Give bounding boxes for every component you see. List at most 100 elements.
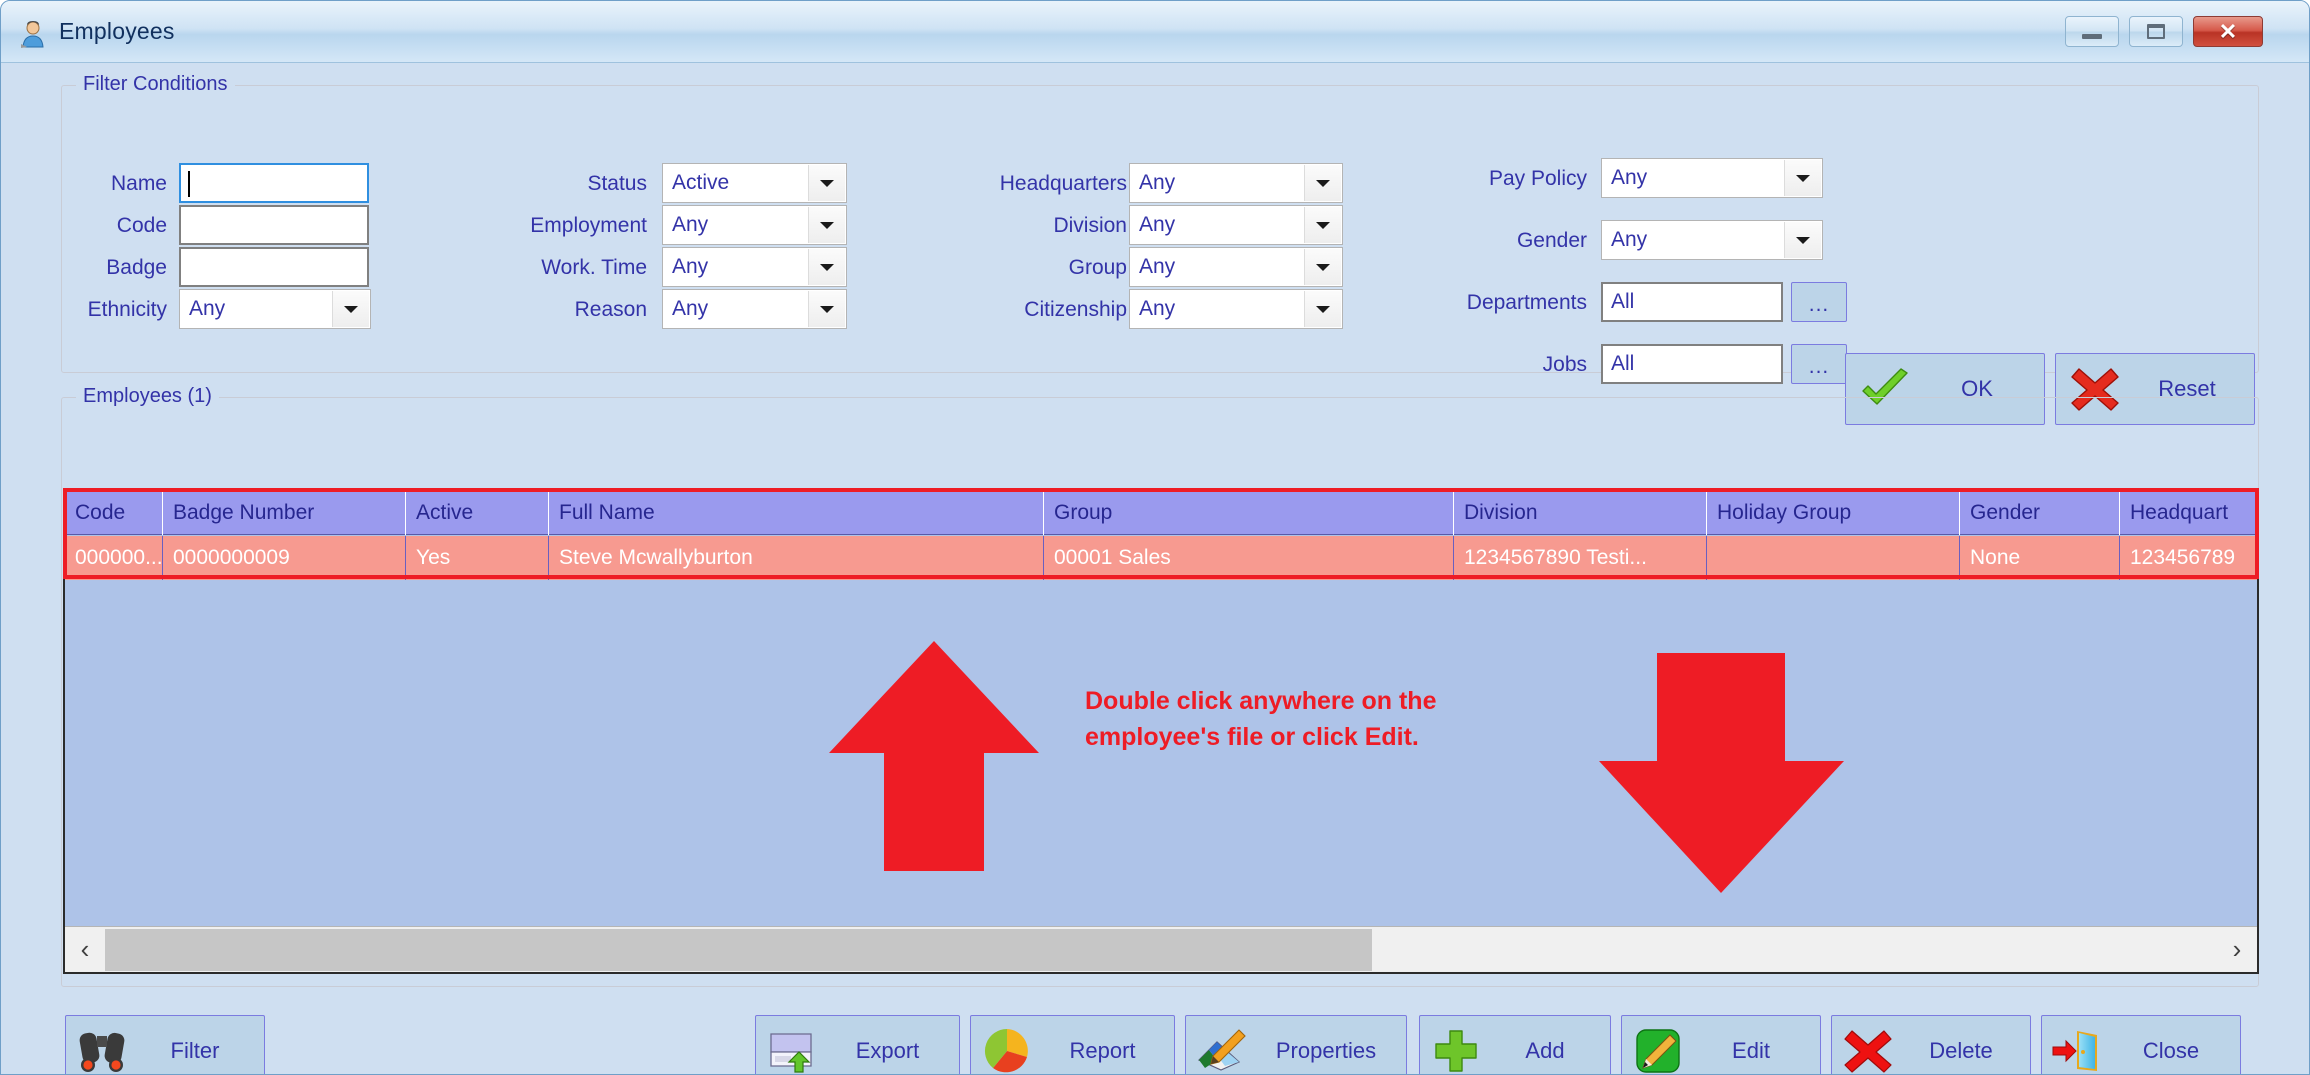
label-reason: Reason bbox=[574, 298, 647, 321]
grid-cell[interactable] bbox=[1707, 536, 1960, 580]
gender-select[interactable]: Any bbox=[1601, 220, 1823, 260]
label-employment: Employment bbox=[530, 214, 647, 237]
grid-cell[interactable]: Steve Mcwallyburton bbox=[549, 536, 1044, 580]
maximize-icon bbox=[2147, 24, 2165, 39]
chevron-down-icon[interactable] bbox=[1784, 160, 1821, 196]
employees-window: Employees ✕ Filter Conditions Name Code bbox=[0, 0, 2310, 1075]
export-button[interactable]: Export bbox=[755, 1015, 960, 1074]
chevron-down-icon[interactable] bbox=[1304, 165, 1341, 201]
chevron-down-icon[interactable] bbox=[1304, 249, 1341, 285]
green-pencil-icon bbox=[1622, 1027, 1694, 1074]
window-close-button[interactable]: ✕ bbox=[2193, 16, 2263, 47]
grid-column-header[interactable]: Group bbox=[1044, 491, 1454, 535]
label-gender: Gender bbox=[1516, 229, 1587, 252]
grid-column-header[interactable]: Holiday Group bbox=[1707, 491, 1960, 535]
division-select[interactable]: Any bbox=[1129, 205, 1343, 245]
citizenship-select-value: Any bbox=[1139, 297, 1176, 320]
label-group: Group bbox=[1068, 256, 1127, 279]
grid-cell[interactable]: 00001 Sales bbox=[1044, 536, 1454, 580]
chevron-down-icon[interactable] bbox=[1784, 222, 1821, 258]
delete-button-label: Delete bbox=[1929, 1038, 1993, 1063]
report-button-label: Report bbox=[1069, 1038, 1136, 1063]
green-plus-icon bbox=[1420, 1028, 1492, 1074]
code-input[interactable] bbox=[179, 205, 369, 245]
grid-column-header[interactable]: Full Name bbox=[549, 491, 1044, 535]
close-button[interactable]: Close bbox=[2041, 1015, 2241, 1074]
reason-select-value: Any bbox=[672, 297, 709, 320]
label-ethnicity: Ethnicity bbox=[87, 298, 167, 321]
label-division: Division bbox=[1053, 214, 1127, 237]
grid-cell[interactable]: 0000000009 bbox=[163, 536, 406, 580]
table-row[interactable]: 000000... 0000000009 Yes Steve Mcwallyburto… bbox=[65, 536, 2257, 580]
exit-door-icon bbox=[2042, 1028, 2114, 1074]
label-name: Name bbox=[110, 172, 167, 195]
scrollbar-track[interactable] bbox=[105, 927, 2217, 972]
reason-select[interactable]: Any bbox=[662, 289, 847, 329]
work-time-select[interactable]: Any bbox=[662, 247, 847, 287]
label-departments: Departments bbox=[1466, 291, 1587, 314]
maximize-button[interactable] bbox=[2129, 16, 2183, 47]
jobs-browse-button[interactable]: ... bbox=[1791, 344, 1847, 384]
citizenship-select[interactable]: Any bbox=[1129, 289, 1343, 329]
jobs-input-value: All bbox=[1611, 352, 1635, 375]
ethnicity-select[interactable]: Any bbox=[179, 289, 371, 329]
grid-cell[interactable]: None bbox=[1960, 536, 2120, 580]
division-select-value: Any bbox=[1139, 213, 1176, 236]
label-pay-policy: Pay Policy bbox=[1488, 167, 1587, 190]
label-code: Code bbox=[116, 214, 167, 237]
pay-policy-select[interactable]: Any bbox=[1601, 158, 1823, 198]
report-button[interactable]: Report bbox=[970, 1015, 1175, 1074]
departments-input-value: All bbox=[1611, 290, 1635, 313]
ethnicity-select-value: Any bbox=[189, 297, 226, 320]
title-bar: Employees ✕ bbox=[1, 1, 2309, 63]
edit-button[interactable]: Edit bbox=[1621, 1015, 1821, 1074]
pay-policy-select-value: Any bbox=[1611, 166, 1648, 189]
filter-button[interactable]: Filter bbox=[65, 1015, 265, 1074]
grid-horizontal-scrollbar[interactable]: ‹ › bbox=[65, 926, 2257, 972]
work-time-select-value: Any bbox=[672, 255, 709, 278]
annotation-text: Double click anywhere on the employee's … bbox=[1085, 687, 1437, 752]
chevron-down-icon[interactable] bbox=[1304, 291, 1341, 327]
employment-select[interactable]: Any bbox=[662, 205, 847, 245]
add-button[interactable]: Add bbox=[1419, 1015, 1611, 1074]
chevron-down-icon[interactable] bbox=[808, 291, 845, 327]
grid-cell[interactable]: 123456789 bbox=[2120, 536, 2257, 580]
grid-cell[interactable]: 000000... bbox=[65, 536, 163, 580]
badge-input[interactable] bbox=[179, 247, 369, 287]
chevron-down-icon[interactable] bbox=[1304, 207, 1341, 243]
chevron-down-icon[interactable] bbox=[332, 291, 369, 327]
grid-column-header[interactable]: Code bbox=[65, 491, 163, 535]
headquarters-select[interactable]: Any bbox=[1129, 163, 1343, 203]
scroll-left-arrow-icon[interactable]: ‹ bbox=[65, 927, 105, 972]
headquarters-select-value: Any bbox=[1139, 171, 1176, 194]
grid-column-header[interactable]: Division bbox=[1454, 491, 1707, 535]
status-select[interactable]: Active bbox=[662, 163, 847, 203]
chevron-down-icon[interactable] bbox=[808, 165, 845, 201]
grid-column-header[interactable]: Gender bbox=[1960, 491, 2120, 535]
jobs-input[interactable]: All bbox=[1601, 344, 1783, 384]
chevron-down-icon[interactable] bbox=[808, 207, 845, 243]
delete-button[interactable]: Delete bbox=[1831, 1015, 2031, 1074]
scroll-right-arrow-icon[interactable]: › bbox=[2217, 927, 2257, 972]
departments-input[interactable]: All bbox=[1601, 282, 1783, 322]
pie-chart-icon bbox=[971, 1027, 1043, 1074]
properties-button[interactable]: Properties bbox=[1185, 1015, 1407, 1074]
employment-select-value: Any bbox=[672, 213, 709, 236]
scrollbar-thumb[interactable] bbox=[105, 928, 1373, 971]
binoculars-icon bbox=[66, 1028, 138, 1074]
grid-column-header[interactable]: Badge Number bbox=[163, 491, 406, 535]
chevron-down-icon[interactable] bbox=[808, 249, 845, 285]
departments-browse-button[interactable]: ... bbox=[1791, 282, 1847, 322]
grid-column-header[interactable]: Active bbox=[406, 491, 549, 535]
grid-cell[interactable]: Yes bbox=[406, 536, 549, 580]
window-title: Employees bbox=[59, 18, 175, 44]
grid-cell[interactable]: 1234567890 Testi... bbox=[1454, 536, 1707, 580]
properties-button-label: Properties bbox=[1275, 1038, 1377, 1063]
pencil-palette-icon bbox=[1186, 1028, 1258, 1074]
label-jobs: Jobs bbox=[1542, 353, 1587, 376]
group-select[interactable]: Any bbox=[1129, 247, 1343, 287]
name-input[interactable] bbox=[179, 163, 369, 203]
status-select-value: Active bbox=[672, 171, 730, 194]
grid-column-header[interactable]: Headquart bbox=[2120, 491, 2257, 535]
minimize-button[interactable] bbox=[2065, 16, 2119, 47]
